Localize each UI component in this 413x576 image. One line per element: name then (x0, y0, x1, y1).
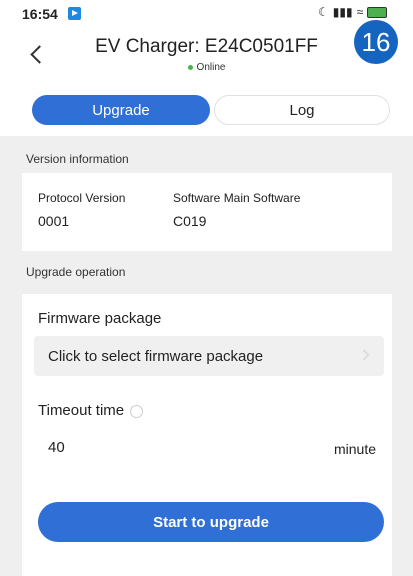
chevron-right-icon (358, 349, 370, 361)
status-icons: ☾ ▮▮▮ ≈ (318, 5, 388, 19)
software-version: Software Main Software C019 (173, 191, 300, 229)
upgrade-section-label: Upgrade operation (26, 265, 126, 279)
step-badge: 16 (354, 20, 398, 64)
status-bar: 16:54 ☾ ▮▮▮ ≈ (0, 0, 413, 28)
software-version-label: Software Main Software (173, 191, 301, 205)
connection-status: Online (0, 62, 413, 73)
protocol-version-value: 0001 (38, 213, 70, 229)
protocol-version: Protocol Version 0001 (38, 191, 125, 229)
firmware-select[interactable]: Click to select firmware package (34, 336, 384, 376)
version-section-label: Version information (26, 152, 129, 166)
signal-icon: ▮▮▮ (332, 5, 353, 19)
protocol-version-label: Protocol Version (38, 191, 126, 205)
timeout-unit: minute (333, 441, 376, 457)
app-notification-icon (68, 7, 81, 20)
tab-log[interactable]: Log (214, 95, 390, 125)
software-version-value: C019 (173, 213, 207, 229)
online-dot-icon (187, 64, 193, 70)
timeout-label: Timeout time (38, 402, 125, 419)
start-upgrade-button[interactable]: Start to upgrade (38, 502, 384, 542)
firmware-placeholder: Click to select firmware package (48, 347, 264, 365)
info-icon[interactable] (130, 404, 144, 418)
tab-bar: Upgrade Log (0, 86, 413, 136)
status-time: 16:54 (22, 6, 58, 22)
tab-upgrade[interactable]: Upgrade (32, 95, 210, 125)
page-title: EV Charger: E24C0501FF (95, 36, 318, 57)
moon-icon: ☾ (318, 5, 329, 19)
wifi-icon: ≈ (356, 5, 364, 19)
firmware-label: Firmware package (38, 310, 162, 327)
battery-icon (367, 6, 388, 18)
version-card: Protocol Version 0001 Software Main Soft… (22, 173, 392, 251)
header: EV Charger: E24C0501FF Online 16 (0, 20, 413, 86)
timeout-label-row: Timeout time (38, 402, 144, 419)
timeout-value: 40 (48, 439, 65, 456)
status-text: Online (196, 62, 226, 73)
timeout-input[interactable]: 40 minute (34, 430, 384, 466)
upgrade-card: Firmware package Click to select firmwar… (22, 294, 392, 576)
